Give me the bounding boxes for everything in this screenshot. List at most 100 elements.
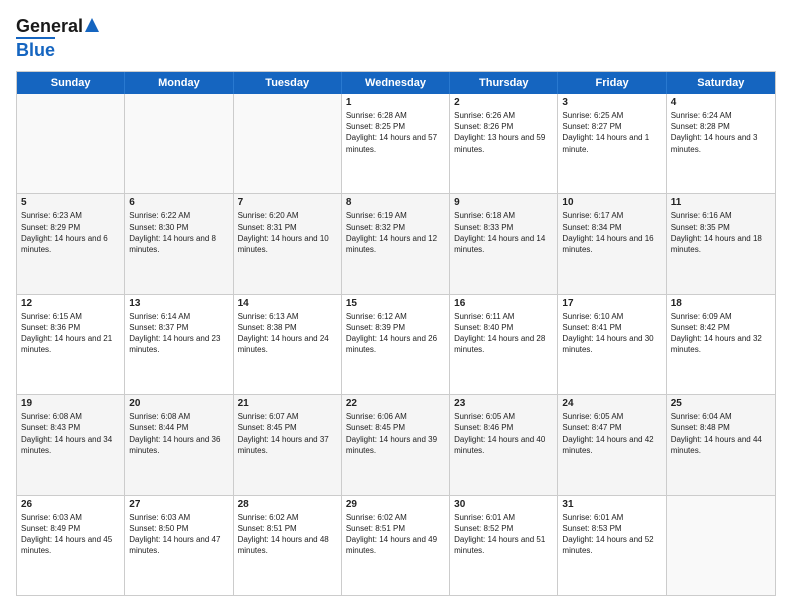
calendar-day-2: 2 Sunrise: 6:26 AMSunset: 8:26 PMDaylight…: [450, 94, 558, 193]
cell-info: Sunrise: 6:05 AMSunset: 8:46 PMDaylight:…: [454, 411, 553, 456]
day-header-sunday: Sunday: [17, 72, 125, 94]
calendar-day-23: 23 Sunrise: 6:05 AMSunset: 8:46 PMDayligh…: [450, 395, 558, 494]
cell-info: Sunrise: 6:03 AMSunset: 8:49 PMDaylight:…: [21, 512, 120, 557]
logo-general: General: [16, 16, 83, 37]
cell-date-number: 16: [454, 298, 553, 309]
calendar-day-27: 27 Sunrise: 6:03 AMSunset: 8:50 PMDayligh…: [125, 496, 233, 595]
calendar-day-25: 25Sunrise: 6:04 AMSunset: 8:48 PMDayligh…: [667, 395, 775, 494]
cell-info: Sunrise: 6:11 AMSunset: 8:40 PMDaylight:…: [454, 311, 553, 356]
calendar: SundayMondayTuesdayWednesdayThursdayFrid…: [16, 71, 776, 596]
cell-info: Sunrise: 6:05 AMSunset: 8:47 PMDaylight:…: [562, 411, 661, 456]
calendar-day-1: 1Sunrise: 6:28 AMSunset: 8:25 PMDaylight…: [342, 94, 450, 193]
cell-date-number: 3: [562, 97, 661, 108]
calendar-day-15: 15Sunrise: 6:12 AMSunset: 8:39 PMDayligh…: [342, 295, 450, 394]
calendar-day-8: 8 Sunrise: 6:19 AMSunset: 8:32 PMDaylight…: [342, 194, 450, 293]
cell-date-number: 14: [238, 298, 337, 309]
calendar-day-26: 26 Sunrise: 6:03 AMSunset: 8:49 PMDayligh…: [17, 496, 125, 595]
cell-info: Sunrise: 6:14 AMSunset: 8:37 PMDaylight:…: [129, 311, 228, 356]
calendar-day-13: 13 Sunrise: 6:14 AMSunset: 8:37 PMDayligh…: [125, 295, 233, 394]
cell-date-number: 20: [129, 398, 228, 409]
cell-date-number: 7: [238, 197, 337, 208]
calendar-day-14: 14 Sunrise: 6:13 AMSunset: 8:38 PMDayligh…: [234, 295, 342, 394]
cell-date-number: 10: [562, 197, 661, 208]
calendar-day-30: 30Sunrise: 6:01 AMSunset: 8:52 PMDayligh…: [450, 496, 558, 595]
cell-info: Sunrise: 6:01 AMSunset: 8:52 PMDaylight:…: [454, 512, 553, 557]
calendar-day-28: 28Sunrise: 6:02 AMSunset: 8:51 PMDayligh…: [234, 496, 342, 595]
cell-info: Sunrise: 6:18 AMSunset: 8:33 PMDaylight:…: [454, 210, 553, 255]
calendar-day-empty: [125, 94, 233, 193]
cell-info: Sunrise: 6:09 AMSunset: 8:42 PMDaylight:…: [671, 311, 771, 356]
header: General Blue: [16, 16, 776, 61]
calendar-day-19: 19 Sunrise: 6:08 AMSunset: 8:43 PMDayligh…: [17, 395, 125, 494]
cell-date-number: 8: [346, 197, 445, 208]
calendar-day-empty: [17, 94, 125, 193]
logo-blue: Blue: [16, 37, 55, 61]
day-header-tuesday: Tuesday: [234, 72, 342, 94]
cell-date-number: 15: [346, 298, 445, 309]
calendar-day-empty: [234, 94, 342, 193]
day-header-monday: Monday: [125, 72, 233, 94]
cell-info: Sunrise: 6:03 AMSunset: 8:50 PMDaylight:…: [129, 512, 228, 557]
cell-info: Sunrise: 6:17 AMSunset: 8:34 PMDaylight:…: [562, 210, 661, 255]
cell-date-number: 5: [21, 197, 120, 208]
calendar-day-17: 17 Sunrise: 6:10 AMSunset: 8:41 PMDayligh…: [558, 295, 666, 394]
calendar-day-18: 18Sunrise: 6:09 AMSunset: 8:42 PMDayligh…: [667, 295, 775, 394]
calendar-week-4: 19 Sunrise: 6:08 AMSunset: 8:43 PMDayligh…: [17, 395, 775, 495]
calendar-body: 1Sunrise: 6:28 AMSunset: 8:25 PMDaylight…: [17, 94, 775, 595]
calendar-day-empty: [667, 496, 775, 595]
calendar-week-1: 1Sunrise: 6:28 AMSunset: 8:25 PMDaylight…: [17, 94, 775, 194]
calendar-week-5: 26 Sunrise: 6:03 AMSunset: 8:49 PMDayligh…: [17, 496, 775, 595]
calendar-week-2: 5 Sunrise: 6:23 AMSunset: 8:29 PMDaylight…: [17, 194, 775, 294]
calendar-day-3: 3Sunrise: 6:25 AMSunset: 8:27 PMDaylight…: [558, 94, 666, 193]
cell-date-number: 29: [346, 499, 445, 510]
calendar-day-4: 4Sunrise: 6:24 AMSunset: 8:28 PMDaylight…: [667, 94, 775, 193]
day-header-friday: Friday: [558, 72, 666, 94]
cell-info: Sunrise: 6:10 AMSunset: 8:41 PMDaylight:…: [562, 311, 661, 356]
cell-date-number: 17: [562, 298, 661, 309]
calendar-day-6: 6Sunrise: 6:22 AMSunset: 8:30 PMDaylight…: [125, 194, 233, 293]
day-header-saturday: Saturday: [667, 72, 775, 94]
cell-info: Sunrise: 6:19 AMSunset: 8:32 PMDaylight:…: [346, 210, 445, 255]
cell-date-number: 2: [454, 97, 553, 108]
calendar-day-12: 12 Sunrise: 6:15 AMSunset: 8:36 PMDayligh…: [17, 295, 125, 394]
cell-info: Sunrise: 6:02 AMSunset: 8:51 PMDaylight:…: [238, 512, 337, 557]
calendar-day-21: 21 Sunrise: 6:07 AMSunset: 8:45 PMDayligh…: [234, 395, 342, 494]
cell-date-number: 31: [562, 499, 661, 510]
day-header-thursday: Thursday: [450, 72, 558, 94]
cell-info: Sunrise: 6:08 AMSunset: 8:44 PMDaylight:…: [129, 411, 228, 456]
cell-info: Sunrise: 6:26 AMSunset: 8:26 PMDaylight:…: [454, 110, 553, 155]
cell-info: Sunrise: 6:01 AMSunset: 8:53 PMDaylight:…: [562, 512, 661, 557]
cell-date-number: 27: [129, 499, 228, 510]
calendar-day-9: 9 Sunrise: 6:18 AMSunset: 8:33 PMDaylight…: [450, 194, 558, 293]
cell-date-number: 9: [454, 197, 553, 208]
calendar-day-5: 5 Sunrise: 6:23 AMSunset: 8:29 PMDaylight…: [17, 194, 125, 293]
cell-info: Sunrise: 6:15 AMSunset: 8:36 PMDaylight:…: [21, 311, 120, 356]
cell-date-number: 19: [21, 398, 120, 409]
cell-date-number: 23: [454, 398, 553, 409]
cell-info: Sunrise: 6:02 AMSunset: 8:51 PMDaylight:…: [346, 512, 445, 557]
calendar-day-10: 10 Sunrise: 6:17 AMSunset: 8:34 PMDayligh…: [558, 194, 666, 293]
calendar-day-11: 11Sunrise: 6:16 AMSunset: 8:35 PMDayligh…: [667, 194, 775, 293]
cell-info: Sunrise: 6:04 AMSunset: 8:48 PMDaylight:…: [671, 411, 771, 456]
cell-info: Sunrise: 6:20 AMSunset: 8:31 PMDaylight:…: [238, 210, 337, 255]
cell-info: Sunrise: 6:16 AMSunset: 8:35 PMDaylight:…: [671, 210, 771, 255]
cell-info: Sunrise: 6:08 AMSunset: 8:43 PMDaylight:…: [21, 411, 120, 456]
cell-date-number: 26: [21, 499, 120, 510]
cell-info: Sunrise: 6:23 AMSunset: 8:29 PMDaylight:…: [21, 210, 120, 255]
cell-date-number: 12: [21, 298, 120, 309]
cell-date-number: 4: [671, 97, 771, 108]
calendar-day-29: 29 Sunrise: 6:02 AMSunset: 8:51 PMDayligh…: [342, 496, 450, 595]
page: General Blue SundayMondayTuesdayWednesda…: [0, 0, 792, 612]
cell-date-number: 21: [238, 398, 337, 409]
cell-info: Sunrise: 6:13 AMSunset: 8:38 PMDaylight:…: [238, 311, 337, 356]
cell-info: Sunrise: 6:06 AMSunset: 8:45 PMDaylight:…: [346, 411, 445, 456]
cell-info: Sunrise: 6:07 AMSunset: 8:45 PMDaylight:…: [238, 411, 337, 456]
cell-date-number: 13: [129, 298, 228, 309]
calendar-day-24: 24Sunrise: 6:05 AMSunset: 8:47 PMDayligh…: [558, 395, 666, 494]
cell-info: Sunrise: 6:22 AMSunset: 8:30 PMDaylight:…: [129, 210, 228, 255]
day-header-wednesday: Wednesday: [342, 72, 450, 94]
calendar-day-7: 7 Sunrise: 6:20 AMSunset: 8:31 PMDaylight…: [234, 194, 342, 293]
calendar-day-22: 22Sunrise: 6:06 AMSunset: 8:45 PMDayligh…: [342, 395, 450, 494]
calendar-day-16: 16 Sunrise: 6:11 AMSunset: 8:40 PMDayligh…: [450, 295, 558, 394]
calendar-header: SundayMondayTuesdayWednesdayThursdayFrid…: [17, 72, 775, 94]
